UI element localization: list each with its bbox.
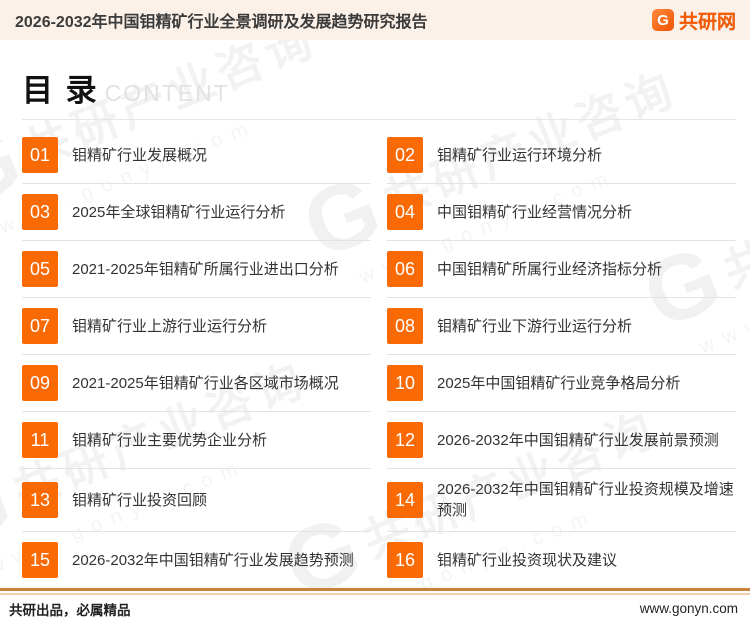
- toc-item-10: 10 2025年中国钼精矿行业竞争格局分析: [387, 355, 736, 412]
- toc-item-label: 钼精矿行业运行环境分析: [437, 146, 603, 164]
- toc-item-02: 02 钼精矿行业运行环境分析: [387, 127, 736, 184]
- toc-item-number: 10: [387, 365, 423, 401]
- toc-heading: 目 录 CONTENT: [22, 65, 736, 110]
- toc-item-label: 钼精矿行业主要优势企业分析: [72, 431, 268, 449]
- toc-item-13: 13 钼精矿行业投资回顾: [22, 469, 371, 532]
- toc-item-label: 钼精矿行业下游行业运行分析: [437, 317, 633, 335]
- toc-item-14: 14 2026-2032年中国钼精矿行业投资规模及增速预测: [387, 469, 736, 532]
- toc-title-zh: 目 录: [22, 73, 99, 108]
- toc-item-number: 15: [22, 542, 58, 578]
- toc-item-03: 03 2025年全球钼精矿行业运行分析: [22, 184, 371, 241]
- toc-title-en: CONTENT: [104, 80, 230, 106]
- toc-item-label: 中国钼精矿行业经营情况分析: [437, 203, 633, 221]
- toc-item-number: 13: [22, 482, 58, 518]
- toc-item-label: 2025年全球钼精矿行业运行分析: [72, 203, 286, 221]
- toc-item-number: 11: [22, 422, 58, 458]
- toc-item-label: 2026-2032年中国钼精矿行业发展趋势预测: [72, 551, 354, 569]
- toc-item-05: 05 2021-2025年钼精矿所属行业进出口分析: [22, 241, 371, 298]
- logo-g-icon: G: [651, 9, 674, 31]
- toc-item-number: 07: [22, 308, 58, 344]
- toc-item-number: 12: [387, 422, 423, 458]
- toc-item-07: 07 钼精矿行业上游行业运行分析: [22, 298, 371, 355]
- toc-item-label: 钼精矿行业发展概况: [72, 146, 208, 164]
- toc-item-08: 08 钼精矿行业下游行业运行分析: [387, 298, 736, 355]
- logo-text: 共研网: [679, 7, 736, 34]
- toc-item-label: 钼精矿行业上游行业运行分析: [72, 317, 268, 335]
- toc-item-label: 2026-2032年中国钼精矿行业投资规模及增速预测: [437, 481, 734, 519]
- report-title: 2026-2032年中国钼精矿行业全景调研及发展趋势研究报告: [15, 14, 428, 31]
- toc-item-04: 04 中国钼精矿行业经营情况分析: [387, 184, 736, 241]
- toc-item-number: 14: [387, 482, 423, 518]
- toc-item-number: 04: [387, 194, 423, 230]
- toc-item-number: 16: [387, 542, 423, 578]
- footer-bar: 共研出品，必属精品 www.gonyn.com: [0, 588, 750, 622]
- toc-item-label: 2026-2032年中国钼精矿行业发展前景预测: [437, 431, 719, 449]
- toc-item-11: 11 钼精矿行业主要优势企业分析: [22, 412, 371, 469]
- footer-row: 共研出品，必属精品 www.gonyn.com: [0, 595, 750, 622]
- report-toc-page: G共研产业咨询 www.gonyn.com G共研产业咨询 www.gonyn.…: [0, 0, 750, 622]
- toc-item-label: 钼精矿行业投资回顾: [72, 491, 208, 509]
- toc-item-number: 03: [22, 194, 58, 230]
- toc-item-number: 05: [22, 251, 58, 287]
- toc-item-label: 2021-2025年钼精矿行业各区域市场概况: [72, 374, 339, 392]
- toc-item-15: 15 2026-2032年中国钼精矿行业发展趋势预测: [22, 532, 371, 588]
- footer-url: www.gonyn.com: [639, 601, 738, 616]
- toc-item-number: 09: [22, 365, 58, 401]
- toc-grid: 01 钼精矿行业发展概况 02 钼精矿行业运行环境分析 03 2025年全球钼精…: [22, 127, 736, 588]
- toc-item-16: 16 钼精矿行业投资现状及建议: [387, 532, 736, 588]
- toc-item-label: 2025年中国钼精矿行业竞争格局分析: [437, 374, 681, 392]
- toc-item-12: 12 2026-2032年中国钼精矿行业发展前景预测: [387, 412, 736, 469]
- toc-item-label: 中国钼精矿所属行业经济指标分析: [437, 260, 663, 278]
- toc-item-label: 钼精矿行业投资现状及建议: [437, 551, 618, 569]
- footer-slogan: 共研出品，必属精品: [9, 602, 131, 618]
- toc-item-label: 2021-2025年钼精矿所属行业进出口分析: [72, 260, 339, 278]
- toc-item-number: 01: [22, 137, 58, 173]
- header-bar: 2026-2032年中国钼精矿行业全景调研及发展趋势研究报告 G 共研网: [0, 0, 750, 40]
- toc-item-01: 01 钼精矿行业发展概况: [22, 127, 371, 184]
- brand-logo: G 共研网: [651, 7, 736, 34]
- toc-content: 目 录 CONTENT 01 钼精矿行业发展概况 02 钼精矿行业运行环境分析 …: [0, 65, 750, 588]
- toc-item-number: 06: [387, 251, 423, 287]
- toc-item-09: 09 2021-2025年钼精矿行业各区域市场概况: [22, 355, 371, 412]
- toc-item-number: 02: [387, 137, 423, 173]
- heading-divider: [22, 119, 736, 120]
- toc-item-06: 06 中国钼精矿所属行业经济指标分析: [387, 241, 736, 298]
- toc-item-number: 08: [387, 308, 423, 344]
